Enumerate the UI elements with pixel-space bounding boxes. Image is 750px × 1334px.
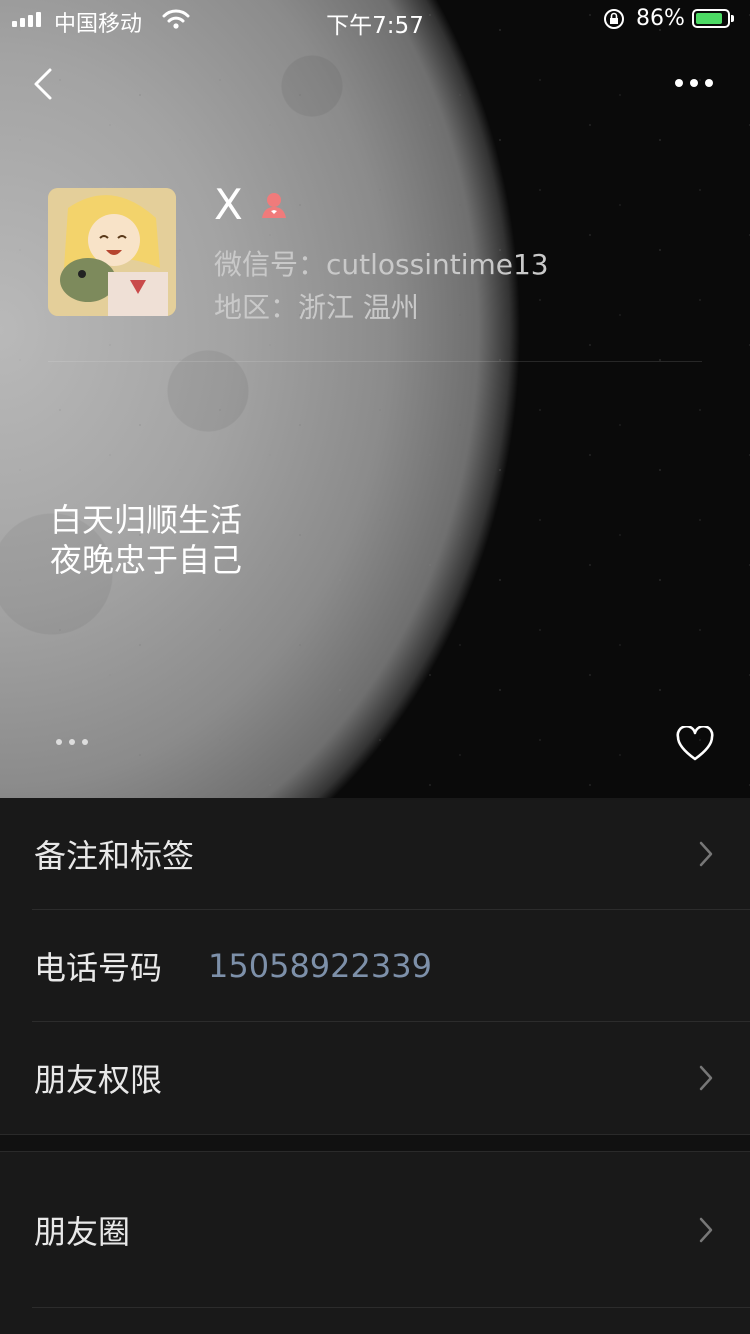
phone-number-row[interactable]: 电话号码 15058922339: [0, 910, 750, 1022]
more-icon[interactable]: [670, 70, 718, 96]
status-bar: 中国移动 下午7:57 86%: [0, 0, 750, 40]
orientation-lock-icon: [604, 9, 624, 29]
female-icon: [262, 193, 286, 218]
chevron-right-icon: [699, 1217, 713, 1243]
heart-icon[interactable]: [676, 726, 714, 762]
dots-icon[interactable]: [54, 736, 94, 748]
section-gap: [0, 1134, 750, 1152]
chevron-right-icon: [699, 1065, 713, 1091]
profile-menu: 备注和标签 电话号码 15058922339 朋友权限 朋友圈: [0, 798, 750, 1308]
remarks-and-tags-row[interactable]: 备注和标签: [0, 798, 750, 910]
profile-header: 中国移动 下午7:57 86% X 微信号：cutlossintime13 地区…: [0, 0, 750, 798]
avatar[interactable]: [48, 188, 176, 316]
starfield-background: [0, 0, 750, 798]
moments-label: 朋友圈: [34, 1213, 131, 1251]
moments-row[interactable]: 朋友圈: [0, 1152, 750, 1308]
permissions-label: 朋友权限: [34, 1061, 163, 1099]
chevron-right-icon: [699, 841, 713, 867]
battery-percent: 86%: [636, 6, 685, 31]
battery-icon: [692, 9, 734, 28]
friend-permissions-row[interactable]: 朋友权限: [0, 1022, 750, 1134]
moon-texture: [0, 0, 520, 798]
wechat-id: 微信号：cutlossintime13: [214, 248, 549, 281]
divider: [48, 361, 702, 362]
profile-name: X: [214, 180, 243, 229]
phone-number-link[interactable]: 15058922339: [208, 947, 432, 985]
region: 地区：浙江 温州: [214, 291, 419, 324]
phone-label: 电话号码: [34, 949, 163, 987]
signature-text: 白天归顺生活 夜晚忠于自己: [50, 501, 243, 579]
back-icon[interactable]: [28, 64, 60, 104]
remarks-label: 备注和标签: [34, 837, 195, 875]
